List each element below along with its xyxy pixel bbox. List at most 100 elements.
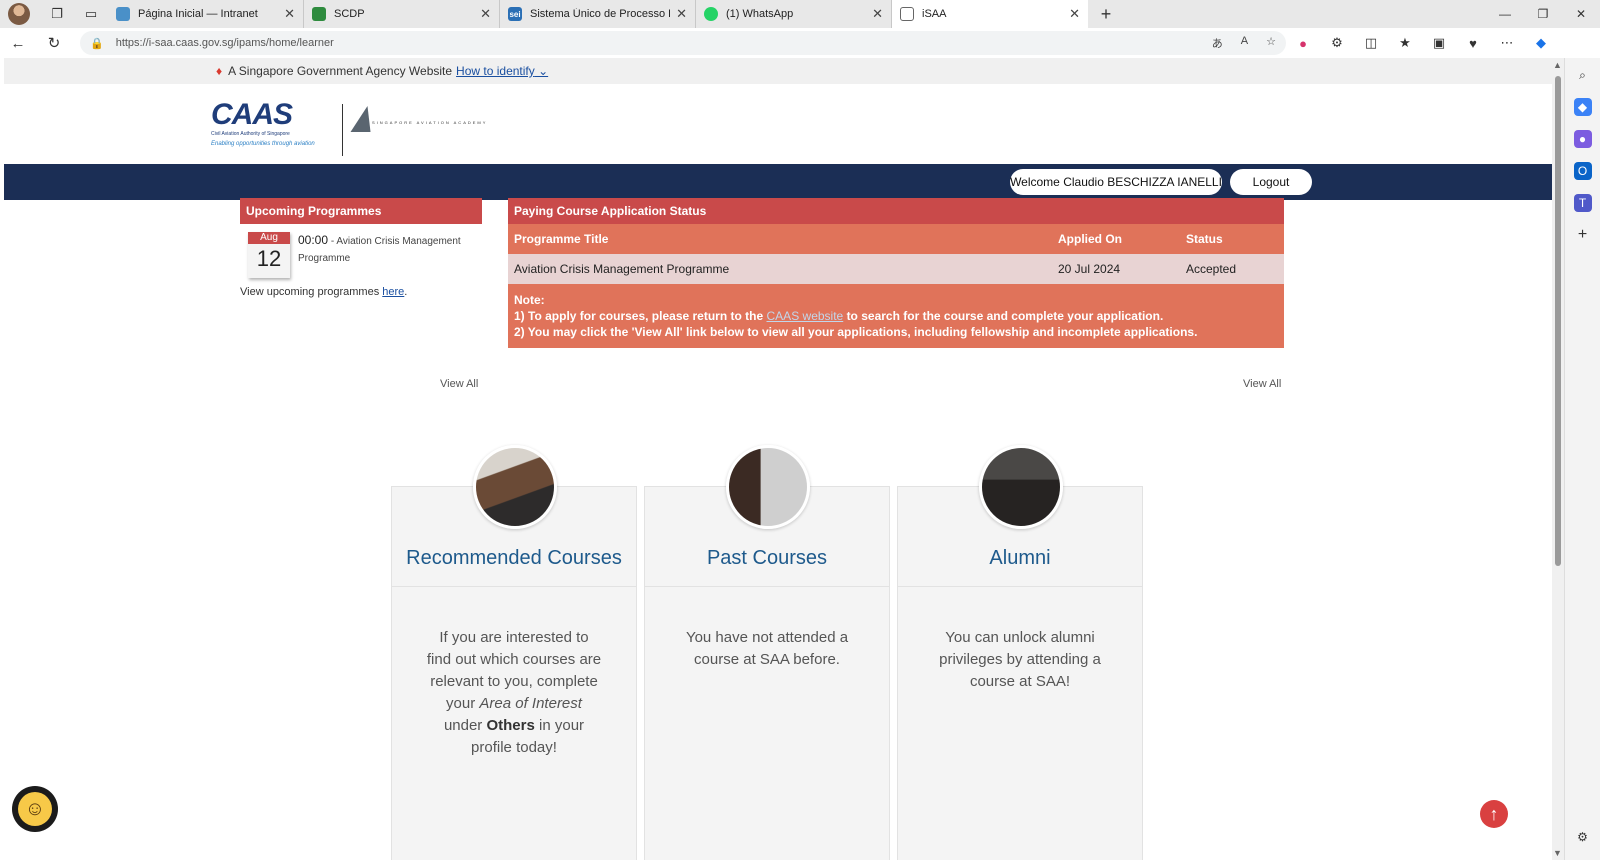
tag-icon[interactable]: ◆: [1573, 98, 1592, 116]
note-label: Note:: [514, 293, 545, 307]
minimize-icon[interactable]: —: [1486, 0, 1524, 28]
tab-sei[interactable]: sei Sistema Único de Processo Eletrô ✕: [500, 0, 696, 28]
application-status-panel: Paying Course Application Status Program…: [508, 198, 1284, 348]
scroll-thumb[interactable]: [1555, 76, 1561, 566]
restore-icon[interactable]: ❐: [1524, 0, 1562, 28]
recommended-courses-card[interactable]: Recommended Courses If you are intereste…: [391, 445, 637, 860]
close-window-icon[interactable]: ✕: [1562, 0, 1600, 28]
saa-logo[interactable]: SINGAPORE AVIATION ACADEMY: [350, 106, 487, 132]
view-all-applications-link[interactable]: View All: [1243, 378, 1281, 390]
profile-avatar[interactable]: [8, 3, 30, 25]
settings-icon[interactable]: ⚙: [1574, 828, 1592, 846]
recommended-courses-text: If you are interested to find out which …: [426, 629, 602, 756]
split-screen-icon[interactable]: ◫: [1354, 35, 1388, 51]
card-header: Recommended Courses: [392, 445, 636, 587]
close-icon[interactable]: ✕: [872, 6, 883, 22]
scroll-down-icon[interactable]: ▼: [1553, 848, 1562, 858]
alumni-title: Alumni: [989, 547, 1051, 569]
row-programme-title: Aviation Crisis Management Programme: [508, 254, 1052, 284]
page-content: ♦ A Singapore Government Agency Website …: [4, 58, 1552, 860]
url-text: https://i-saa.caas.gov.sg/ipams/home/lea…: [115, 37, 334, 49]
view-upcoming-text: View upcoming programmes here.: [240, 286, 408, 298]
row-status: Accepted: [1180, 254, 1284, 284]
tab-actions-icon[interactable]: ▭: [74, 0, 108, 28]
caas-website-link[interactable]: CAAS website: [767, 309, 844, 323]
event-details: 00:00 - Aviation Crisis Management Progr…: [298, 232, 470, 278]
gov-banner-text: A Singapore Government Agency Website: [228, 64, 453, 78]
browser-essentials-icon[interactable]: ♥: [1456, 36, 1490, 51]
logo-divider: [342, 104, 343, 156]
url-field[interactable]: 🔒 https://i-saa.caas.gov.sg/ipams/home/l…: [80, 31, 1286, 55]
close-icon[interactable]: ✕: [480, 6, 491, 22]
past-courses-photo: [726, 445, 810, 529]
edge-sidebar: ⌕ ◆ ● O T + ⚙: [1564, 58, 1600, 860]
page-icon: [900, 7, 914, 21]
upcoming-programmes-header: Upcoming Programmes: [240, 198, 482, 224]
new-tab-button[interactable]: +: [1088, 0, 1124, 28]
gov-banner: ♦ A Singapore Government Agency Website …: [4, 58, 1552, 84]
table-row[interactable]: Aviation Crisis Management Programme 20 …: [508, 254, 1284, 284]
collections-icon[interactable]: ▣: [1422, 35, 1456, 51]
close-icon[interactable]: ✕: [1069, 6, 1080, 22]
scroll-to-top-button[interactable]: ↑: [1480, 800, 1508, 828]
welcome-button[interactable]: Welcome Claudio BESCHIZZA IANELLI: [1010, 169, 1222, 195]
favorites-icon[interactable]: ★: [1388, 35, 1422, 51]
sei-icon: sei: [508, 7, 522, 21]
favorite-star-icon[interactable]: ☆: [1266, 35, 1276, 51]
upcoming-programmes-panel: Upcoming Programmes Aug 12 00:00 - Aviat…: [240, 198, 482, 298]
view-upcoming-here-link[interactable]: here: [382, 286, 404, 298]
note-line-2: 2) You may click the 'View All' link bel…: [514, 325, 1198, 339]
table-header-row: Programme Title Applied On Status: [508, 224, 1284, 254]
tab-scdp[interactable]: SCDP ✕: [304, 0, 500, 28]
back-icon[interactable]: ←: [0, 35, 36, 52]
globe-icon: [116, 7, 130, 21]
browser-tab-bar: ❐ ▭ Página Inicial — Intranet ✕ SCDP ✕ s…: [0, 0, 1600, 28]
office-icon[interactable]: ●: [1573, 130, 1592, 148]
smiley-icon: ☺: [18, 792, 52, 826]
upcoming-event[interactable]: Aug 12 00:00 - Aviation Crisis Managemen…: [240, 232, 482, 278]
tab-isaa[interactable]: iSAA ✕: [892, 0, 1088, 28]
search-icon[interactable]: ⌕: [1574, 66, 1592, 84]
alumni-card[interactable]: Alumni You can unlock alumni privileges …: [897, 445, 1143, 860]
logo-row: CAAS Civil Aviation Authority of Singapo…: [4, 84, 1552, 164]
calendar-icon: Aug 12: [248, 232, 290, 278]
recommended-courses-photo: [473, 445, 557, 529]
feedback-smiley-button[interactable]: ☺: [12, 786, 58, 832]
copilot-icon[interactable]: ◆: [1524, 35, 1558, 51]
arrow-up-icon: ↑: [1489, 803, 1499, 824]
tab-whatsapp[interactable]: (1) WhatsApp ✕: [696, 0, 892, 28]
lock-icon: 🔒: [90, 37, 104, 50]
caas-logo-tagline: Enabling opportunities through aviation: [211, 141, 315, 147]
close-icon[interactable]: ✕: [284, 6, 295, 22]
refresh-icon[interactable]: ↻: [36, 34, 72, 52]
view-all-upcoming-link[interactable]: View All: [440, 378, 478, 390]
alumni-photo: [979, 445, 1063, 529]
application-status-header: Paying Course Application Status: [508, 198, 1284, 224]
caas-logo-subtitle: Civil Aviation Authority of Singapore: [211, 131, 290, 137]
close-icon[interactable]: ✕: [676, 6, 687, 22]
caas-logo[interactable]: CAAS Civil Aviation Authority of Singapo…: [211, 100, 315, 148]
extension-icon[interactable]: ●: [1286, 36, 1320, 51]
teams-icon[interactable]: T: [1573, 194, 1592, 212]
column-status: Status: [1180, 224, 1284, 254]
top-navbar: Welcome Claudio BESCHIZZA IANELLI Logout: [4, 164, 1552, 200]
translate-icon[interactable]: あ: [1212, 35, 1223, 51]
puzzle-icon[interactable]: ⚙: [1320, 35, 1354, 51]
window-controls: — ❐ ✕: [1486, 0, 1600, 28]
tab-intranet[interactable]: Página Inicial — Intranet ✕: [108, 0, 304, 28]
card-header: Past Courses: [645, 445, 889, 587]
past-courses-card[interactable]: Past Courses You have not attended a cou…: [644, 445, 890, 860]
outlook-icon[interactable]: O: [1573, 162, 1592, 180]
scroll-up-icon[interactable]: ▲: [1553, 60, 1562, 70]
page-scrollbar[interactable]: ▲ ▼: [1552, 58, 1564, 860]
event-time: 00:00: [298, 233, 329, 247]
note-line-1: 1) To apply for courses, please return t…: [514, 309, 1164, 323]
card-header: Alumni: [898, 445, 1142, 587]
how-to-identify-link[interactable]: How to identify ⌄: [456, 64, 548, 78]
add-icon[interactable]: +: [1574, 226, 1592, 244]
read-aloud-icon[interactable]: A: [1241, 35, 1248, 51]
logout-button[interactable]: Logout: [1230, 169, 1312, 195]
alumni-text: You can unlock alumni privileges by atte…: [939, 629, 1101, 690]
more-icon[interactable]: ⋯: [1490, 35, 1524, 51]
workspaces-icon[interactable]: ❐: [40, 0, 74, 28]
